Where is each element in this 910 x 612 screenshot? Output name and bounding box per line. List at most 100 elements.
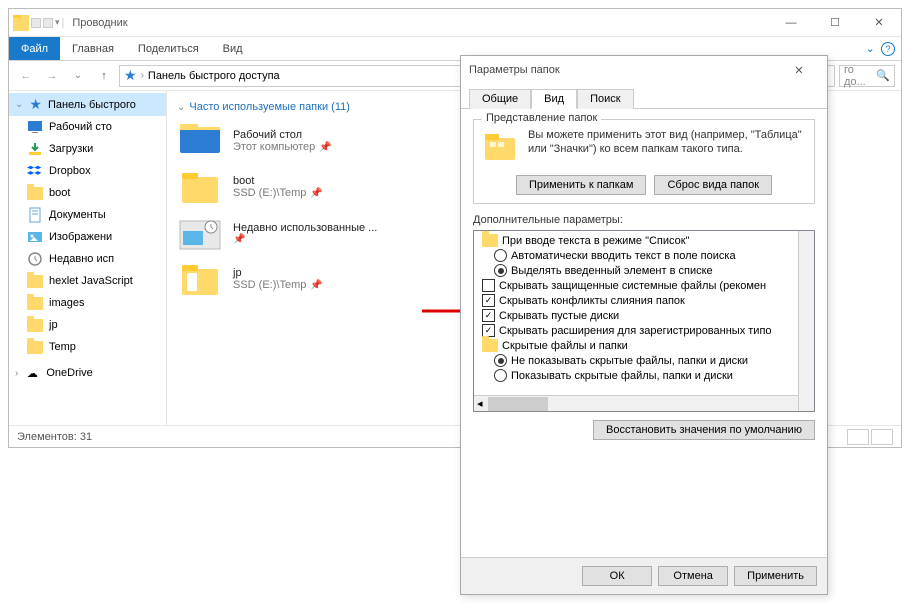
close-button[interactable]: ✕: [857, 9, 901, 37]
nav-item-dropbox[interactable]: Dropbox: [9, 160, 166, 182]
apply-to-folders-button[interactable]: Применить к папкам: [516, 175, 647, 195]
downloads-icon: [27, 141, 43, 157]
radio-icon: [494, 369, 507, 382]
folder-icon: [27, 339, 43, 355]
folder-options-dialog: Параметры папок ✕ Общие Вид Поиск Предст…: [460, 55, 828, 595]
maximize-button[interactable]: ☐: [813, 9, 857, 37]
nav-up[interactable]: ↑: [93, 65, 115, 87]
folder-icon: [482, 128, 518, 167]
tab-search[interactable]: Поиск: [577, 89, 633, 109]
dialog-title: Параметры папок: [469, 64, 560, 76]
ok-button[interactable]: ОК: [582, 566, 652, 586]
folder-icon: [27, 317, 43, 333]
titlebar: ▾ | Проводник — ☐ ✕: [9, 9, 901, 37]
nav-forward[interactable]: →: [41, 65, 63, 87]
documents-icon: [27, 207, 43, 223]
qat-button-2[interactable]: [43, 18, 53, 28]
desktop-icon: [27, 119, 43, 135]
nav-item-downloads[interactable]: Загрузки: [9, 138, 166, 160]
tab-home[interactable]: Главная: [60, 37, 126, 60]
minimize-button[interactable]: —: [769, 9, 813, 37]
tree-checkbox[interactable]: ✓Скрывать расширения для зарегистрирован…: [474, 323, 814, 338]
app-icon: [13, 15, 29, 31]
radio-icon: [494, 249, 507, 262]
qat-dropdown[interactable]: ▾: [55, 17, 60, 28]
dialog-close-button[interactable]: ✕: [779, 56, 819, 84]
expand-icon: ›: [15, 368, 18, 379]
nav-item-desktop[interactable]: Рабочий сто: [9, 116, 166, 138]
search-box[interactable]: го до... 🔍: [839, 65, 895, 87]
tab-share[interactable]: Поделиться: [126, 37, 211, 60]
folder-thumb-icon: [177, 167, 223, 207]
tab-view[interactable]: Вид: [211, 37, 255, 60]
recent-icon: [27, 251, 43, 267]
nav-item-pictures[interactable]: Изображени: [9, 226, 166, 248]
desktop-thumb-icon: [177, 121, 223, 161]
tree-group: При вводе текста в режиме "Список": [474, 233, 814, 248]
ribbon-expand[interactable]: ⌄ ?: [866, 37, 901, 60]
tree-radio[interactable]: Автоматически вводить текст в поле поиск…: [474, 248, 814, 263]
advanced-label: Дополнительные параметры:: [473, 214, 815, 226]
horizontal-scrollbar[interactable]: ◂: [474, 395, 798, 411]
pictures-icon: [27, 229, 43, 245]
nav-item-hexlet[interactable]: hexlet JavaScript: [9, 270, 166, 292]
star-icon: ★: [29, 96, 42, 113]
pin-icon: 📌: [310, 280, 322, 291]
tab-general[interactable]: Общие: [469, 89, 531, 109]
vertical-scrollbar[interactable]: [798, 231, 814, 411]
group-text: Вы можете применить этот вид (например, …: [528, 128, 806, 157]
tab-view[interactable]: Вид: [531, 89, 577, 109]
nav-item-jp[interactable]: jp: [9, 314, 166, 336]
view-icons-button[interactable]: [871, 429, 893, 445]
nav-back[interactable]: ←: [15, 65, 37, 87]
nav-item-boot[interactable]: boot: [9, 182, 166, 204]
nav-item-images[interactable]: images: [9, 292, 166, 314]
nav-quick-access[interactable]: ⌄ ★ Панель быстрого: [9, 93, 166, 116]
folder-views-group: Представление папок Вы можете применить …: [473, 119, 815, 204]
window-title: Проводник: [72, 17, 127, 29]
advanced-tree[interactable]: При вводе текста в режиме "Список" Автом…: [473, 230, 815, 412]
folder-thumb-icon: [177, 259, 223, 299]
folder-icon: [27, 295, 43, 311]
tree-checkbox[interactable]: ✓Скрывать пустые диски: [474, 308, 814, 323]
reset-folders-button[interactable]: Сброс вида папок: [654, 175, 772, 195]
nav-pane: ⌄ ★ Панель быстрого Рабочий сто Загрузки…: [9, 91, 167, 425]
pin-icon: 📌: [310, 188, 322, 199]
cancel-button[interactable]: Отмена: [658, 566, 728, 586]
address-text: Панель быстрого доступа: [148, 70, 280, 82]
tree-radio[interactable]: Показывать скрытые файлы, папки и диски: [474, 368, 814, 383]
view-details-button[interactable]: [847, 429, 869, 445]
radio-icon: [494, 354, 507, 367]
tree-checkbox[interactable]: ✓Скрывать конфликты слияния папок: [474, 293, 814, 308]
checkbox-icon: ✓: [482, 294, 495, 307]
folder-icon: [482, 234, 498, 247]
restore-defaults-button[interactable]: Восстановить значения по умолчанию: [593, 420, 815, 440]
nav-item-temp[interactable]: Temp: [9, 336, 166, 358]
recent-thumb-icon: [177, 213, 223, 253]
dialog-tabs: Общие Вид Поиск: [461, 84, 827, 109]
apply-button[interactable]: Применить: [734, 566, 817, 586]
tree-radio[interactable]: Не показывать скрытые файлы, папки и дис…: [474, 353, 814, 368]
tree-checkbox[interactable]: Скрывать защищенные системные файлы (рек…: [474, 278, 814, 293]
checkbox-icon: [482, 279, 495, 292]
folder-icon: [27, 185, 43, 201]
star-icon: ★: [124, 67, 137, 84]
radio-icon: [494, 264, 507, 277]
onedrive-icon: ☁: [24, 365, 40, 381]
pin-icon: 📌: [319, 142, 331, 153]
folder-icon: [482, 339, 498, 352]
dialog-titlebar: Параметры папок ✕: [461, 56, 827, 84]
qat-button-1[interactable]: [31, 18, 41, 28]
nav-recent[interactable]: ⌄: [67, 65, 89, 87]
tab-file[interactable]: Файл: [9, 37, 60, 60]
dialog-footer: ОК Отмена Применить: [461, 557, 827, 594]
nav-item-recent[interactable]: Недавно исп: [9, 248, 166, 270]
chevron-icon: ›: [141, 70, 144, 81]
search-placeholder: го до...: [844, 64, 872, 88]
nav-item-documents[interactable]: Документы: [9, 204, 166, 226]
folder-icon: [27, 273, 43, 289]
tree-group: Скрытые файлы и папки: [474, 338, 814, 353]
tree-radio[interactable]: Выделять введенный элемент в списке: [474, 263, 814, 278]
group-legend: Представление папок: [482, 112, 601, 124]
nav-onedrive[interactable]: ›☁OneDrive: [9, 362, 166, 384]
